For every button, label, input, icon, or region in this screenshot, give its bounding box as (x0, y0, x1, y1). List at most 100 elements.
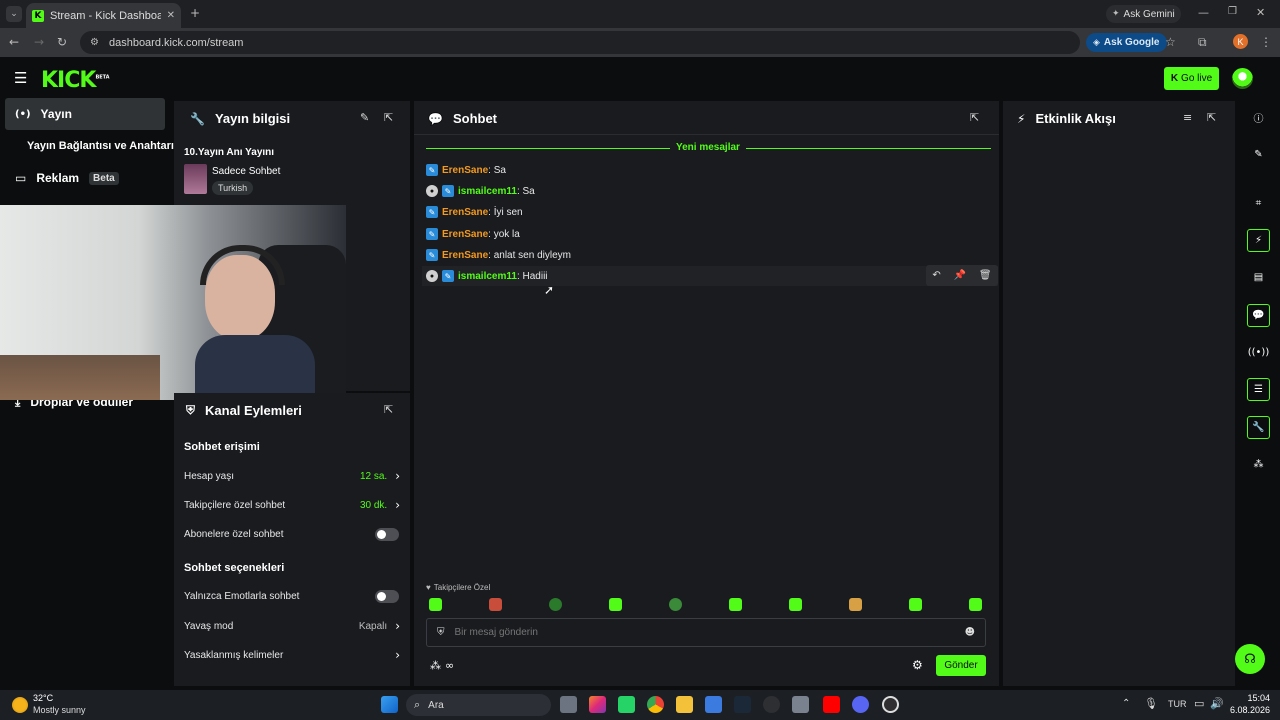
camera-icon[interactable] (792, 696, 809, 713)
slow-mode-row[interactable]: Yavaş mod Kapalı › (184, 616, 400, 636)
extensions-icon[interactable]: ⧉ (1198, 35, 1207, 50)
chat-message[interactable]: ✎ ErenSane: anlat sen diyleym (426, 245, 571, 265)
chat-message[interactable]: ● ✎ ismailcem11: Sa (426, 181, 535, 201)
microphone-icon[interactable]: 🎙 (1144, 697, 1158, 710)
profile-avatar[interactable]: K (1233, 34, 1248, 49)
edit-pencil-icon[interactable]: ✎ (360, 111, 369, 124)
chat-toggle-icon[interactable]: 💬 (1247, 304, 1270, 327)
emote-icon[interactable] (969, 598, 982, 611)
clock-date[interactable]: 6.08.2026 (1224, 705, 1270, 715)
emote-icon[interactable] (669, 598, 682, 611)
channel-actions-toggle-icon[interactable]: 🔧 (1247, 416, 1270, 439)
followers-only-row[interactable]: Takipçilere özel sohbet 30 dk. › (184, 495, 400, 515)
chat-message[interactable]: ● ✎ ismailcem11: Hadiii (426, 266, 548, 286)
popout-icon[interactable]: ⇱ (1207, 111, 1216, 124)
emote-icon[interactable] (489, 598, 502, 611)
bookmark-star-icon[interactable]: ☆ (1165, 35, 1176, 49)
ask-gemini-button[interactable]: ✦ Ask Gemini (1106, 5, 1181, 23)
emote-icon[interactable] (789, 598, 802, 611)
banned-words-row[interactable]: Yasaklanmış kelimeler › (184, 645, 400, 665)
sidebar-item-stream-key[interactable]: Yayın Bağlantısı ve Anahtarı (5, 130, 174, 162)
emote-icon[interactable] (909, 598, 922, 611)
chat-username[interactable]: ismailcem11 (458, 271, 517, 282)
kick-logo[interactable]: KICKBETA (41, 68, 110, 93)
chat-settings-icon[interactable]: ⚙ (912, 658, 923, 672)
new-tab-icon[interactable]: + (190, 6, 200, 20)
chat-message[interactable]: ✎ ErenSane: İyi sen (426, 202, 523, 222)
chat-username[interactable]: ErenSane (442, 165, 488, 176)
delete-icon[interactable]: 🗑 (979, 270, 992, 281)
file-explorer-icon[interactable] (676, 696, 693, 713)
notes-icon[interactable]: ▤ (1247, 266, 1270, 289)
steam-icon[interactable] (734, 696, 751, 713)
popout-icon[interactable]: ⇱ (970, 111, 979, 124)
sidebar-item-ads[interactable]: ▭ Reklam Beta (5, 162, 165, 194)
popout-icon[interactable]: ⇱ (384, 111, 393, 124)
close-window-icon[interactable]: ✕ (1256, 6, 1265, 19)
screenshot-icon[interactable]: ⌗ (1247, 192, 1270, 215)
chat-message[interactable]: ✎ ErenSane: yok la (426, 224, 520, 244)
windows-start-icon[interactable] (381, 696, 398, 713)
pin-icon[interactable]: 📌 (954, 270, 966, 281)
taskbar-search[interactable]: ⌕ Ara (406, 694, 551, 716)
go-live-button[interactable]: K Go live (1164, 67, 1219, 90)
emote-icon[interactable] (549, 598, 562, 611)
youtube-icon[interactable] (823, 696, 840, 713)
edit-icon[interactable]: ✎ (1247, 143, 1270, 166)
discord-icon[interactable] (852, 696, 869, 713)
stream-info-toggle-icon[interactable]: ☰ (1247, 378, 1270, 401)
filter-icon[interactable]: ≡ (1183, 111, 1192, 124)
store-icon[interactable] (705, 696, 722, 713)
kick-points-rail-icon[interactable]: ⁂ (1247, 453, 1270, 476)
chat-username[interactable]: ismailcem11 (458, 186, 517, 197)
subscribers-only-toggle[interactable] (375, 528, 399, 541)
task-view-icon[interactable] (560, 696, 577, 713)
maximize-icon[interactable]: ❐ (1228, 6, 1237, 17)
chatgpt-icon[interactable] (763, 696, 780, 713)
popout-icon[interactable]: ⇱ (384, 403, 393, 416)
reply-icon[interactable]: ↶ (932, 270, 940, 281)
emote-only-toggle[interactable] (375, 590, 399, 603)
volume-icon[interactable]: 🔊 (1210, 697, 1224, 710)
forward-icon[interactable]: → (34, 35, 44, 49)
clock-time[interactable]: 15:04 (1232, 693, 1270, 703)
reload-icon[interactable]: ↻ (57, 35, 67, 49)
ask-google-button[interactable]: ◈ Ask Google (1086, 33, 1167, 52)
support-headset-icon[interactable]: ☊ (1235, 644, 1265, 674)
chat-username[interactable]: ErenSane (442, 250, 488, 261)
kick-points-icon[interactable]: ⁂ (430, 659, 441, 672)
address-bar[interactable]: ⚙ dashboard.kick.com/stream (80, 31, 1080, 54)
send-button[interactable]: Gönder (936, 655, 986, 676)
chat-username[interactable]: ErenSane (442, 229, 488, 240)
obs-icon[interactable] (882, 696, 899, 713)
close-tab-icon[interactable]: ✕ (167, 10, 175, 21)
whatsapp-icon[interactable] (618, 696, 635, 713)
emote-icon[interactable] (849, 598, 862, 611)
chat-message[interactable]: ✎ ErenSane: Sa (426, 160, 506, 180)
emote-icon[interactable] (429, 598, 442, 611)
sidebar-item-stream[interactable]: (•) Yayın (5, 98, 165, 130)
activity-lightning-icon[interactable]: ⚡ (1247, 229, 1270, 252)
instagram-icon[interactable] (589, 696, 606, 713)
emote-icon[interactable] (609, 598, 622, 611)
broadcast-toggle-icon[interactable]: ((•)) (1247, 341, 1270, 364)
browser-tab[interactable]: K Stream - Kick Dashboard ✕ (26, 3, 181, 28)
chrome-icon[interactable] (647, 696, 664, 713)
site-info-icon[interactable]: ⚙ (90, 37, 99, 48)
emote-icon[interactable] (729, 598, 742, 611)
network-icon[interactable]: ▭ (1194, 697, 1204, 710)
browser-menu-icon[interactable]: ⋮ (1260, 35, 1272, 49)
tray-chevron-up-icon[interactable]: ⌃ (1122, 698, 1130, 709)
account-age-row[interactable]: Hesap yaşı 12 sa. › (184, 466, 400, 486)
minimize-icon[interactable]: — (1198, 6, 1209, 19)
emoji-picker-icon[interactable]: ☻ (965, 627, 975, 638)
user-avatar[interactable] (1232, 68, 1253, 89)
language-indicator[interactable]: TUR (1168, 699, 1187, 709)
info-icon[interactable]: ⓘ (1247, 106, 1270, 129)
weather-temp[interactable]: 32°C (33, 693, 53, 703)
hamburger-menu-icon[interactable]: ☰ (14, 69, 27, 87)
chat-username[interactable]: ErenSane (442, 207, 488, 218)
tab-list-icon[interactable]: ⌄ (6, 6, 22, 22)
language-tag[interactable]: Turkish (212, 181, 254, 195)
chat-message-input[interactable] (454, 627, 955, 638)
